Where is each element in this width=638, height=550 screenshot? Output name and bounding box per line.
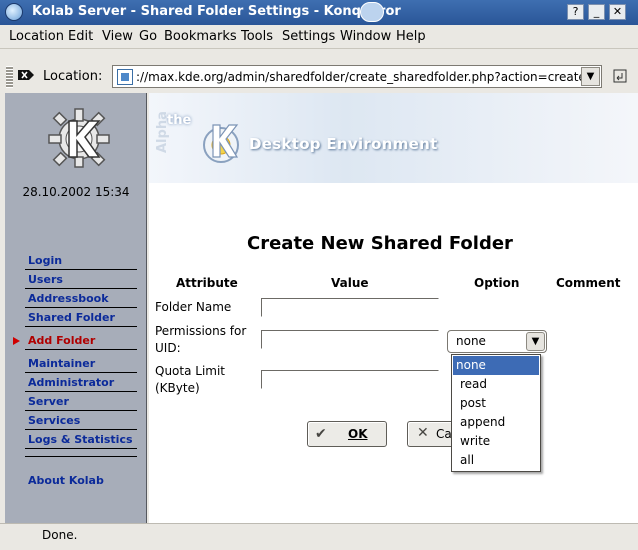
status-text: Done. [42, 528, 78, 542]
banner-the-text: the [167, 113, 192, 128]
nav-users[interactable]: Users [25, 272, 137, 289]
menu-help[interactable]: Help [396, 29, 426, 44]
quota-limit-input[interactable] [261, 370, 439, 389]
label-folder-name: Folder Name [155, 300, 232, 314]
nav-about-kolab[interactable]: About Kolab [25, 473, 137, 490]
ok-button[interactable]: ✔ OK [307, 421, 387, 447]
menu-window[interactable]: Window [340, 29, 391, 44]
label-quota-limit: Quota Limit (KByte) [155, 364, 226, 395]
nav-shared-folder[interactable]: Shared Folder [25, 310, 137, 327]
menu-bookmarks[interactable]: Bookmarks [164, 29, 237, 44]
menu-bar: Location Edit View Go Bookmarks Tools Se… [0, 25, 638, 49]
label-permissions-uid: Permissions for UID: [155, 324, 247, 355]
menu-view[interactable]: View [102, 29, 133, 44]
nav-server[interactable]: Server [25, 394, 137, 411]
cancel-button-label: Ca [436, 427, 452, 441]
window-title: Kolab Server - Shared Folder Settings - … [32, 4, 401, 19]
url-text[interactable]: ://max.kde.org/admin/sharedfolder/create… [136, 70, 586, 84]
kolab-sidebar: 28.10.2002 15:34 Login Users Addressbook… [5, 93, 147, 523]
ok-button-label: OK [348, 427, 368, 441]
page-icon [117, 69, 133, 85]
kde-logo-icon [360, 2, 384, 22]
menu-settings[interactable]: Settings [282, 29, 335, 44]
column-value: Value [331, 276, 369, 290]
location-label: Location: [43, 69, 103, 84]
cancel-button[interactable]: ✕ Ca [407, 421, 455, 447]
menu-edit[interactable]: Edit [68, 29, 93, 44]
location-toolbar: Location: ://max.kde.org/admin/sharedfol… [0, 61, 638, 91]
folder-name-input[interactable] [261, 298, 439, 317]
banner-title: Desktop Environment [249, 135, 438, 153]
minimize-button[interactable]: _ [588, 4, 605, 20]
nav-services[interactable]: Services [25, 413, 137, 430]
nav-add-folder[interactable]: Add Folder [13, 333, 137, 350]
permissions-uid-input[interactable] [261, 330, 439, 349]
option-post[interactable]: post [452, 394, 540, 413]
current-page-arrow-icon [13, 337, 20, 345]
permission-select-value: none [456, 334, 486, 348]
menu-go[interactable]: Go [139, 29, 157, 44]
column-option: Option [474, 276, 520, 290]
nav-logs-statistics[interactable]: Logs & Statistics [25, 432, 137, 449]
permission-select[interactable]: none ▼ [447, 330, 547, 353]
help-button[interactable]: ? [567, 4, 584, 20]
nav-add-folder-label: Add Folder [28, 334, 96, 347]
option-read[interactable]: read [452, 375, 540, 394]
cancel-x-icon: ✕ [417, 425, 429, 441]
nav-addressbook[interactable]: Addressbook [25, 291, 137, 308]
page-title: Create New Shared Folder [247, 233, 513, 254]
option-write[interactable]: write [452, 432, 540, 451]
menu-tools[interactable]: Tools [241, 29, 273, 44]
option-all[interactable]: all [452, 451, 540, 470]
status-bar: Done. [0, 523, 638, 550]
title-bar: Kolab Server - Shared Folder Settings - … [0, 0, 638, 25]
nav-maintainer[interactable]: Maintainer [25, 356, 137, 373]
toolbar-handle[interactable] [6, 66, 13, 88]
banner-gear-icon [195, 117, 247, 169]
kde-gear-logo-icon [47, 105, 111, 169]
menu-location[interactable]: Location [9, 29, 64, 44]
kde-banner: Alpha the Desktop Environment [149, 93, 638, 183]
page-content: Alpha the Desktop Environment Create New… [149, 93, 638, 523]
url-input[interactable]: ://max.kde.org/admin/sharedfolder/create… [112, 65, 602, 88]
nav-administrator[interactable]: Administrator [25, 375, 137, 392]
close-button[interactable]: ✕ [609, 4, 626, 20]
go-icon[interactable] [610, 67, 630, 87]
clear-location-icon[interactable] [17, 68, 35, 84]
checkmark-icon: ✔ [315, 426, 327, 442]
option-append[interactable]: append [452, 413, 540, 432]
chevron-down-icon[interactable]: ▼ [526, 332, 545, 351]
column-comment: Comment [556, 276, 621, 290]
option-none[interactable]: none [453, 356, 539, 375]
column-attribute: Attribute [176, 276, 238, 290]
permission-dropdown-list: none read post append write all [451, 354, 541, 472]
konqueror-icon[interactable] [5, 3, 23, 21]
url-history-dropdown[interactable]: ▼ [581, 67, 600, 86]
date-time: 28.10.2002 15:34 [22, 185, 130, 199]
nav-divider [25, 456, 137, 457]
nav-login[interactable]: Login [25, 253, 137, 270]
